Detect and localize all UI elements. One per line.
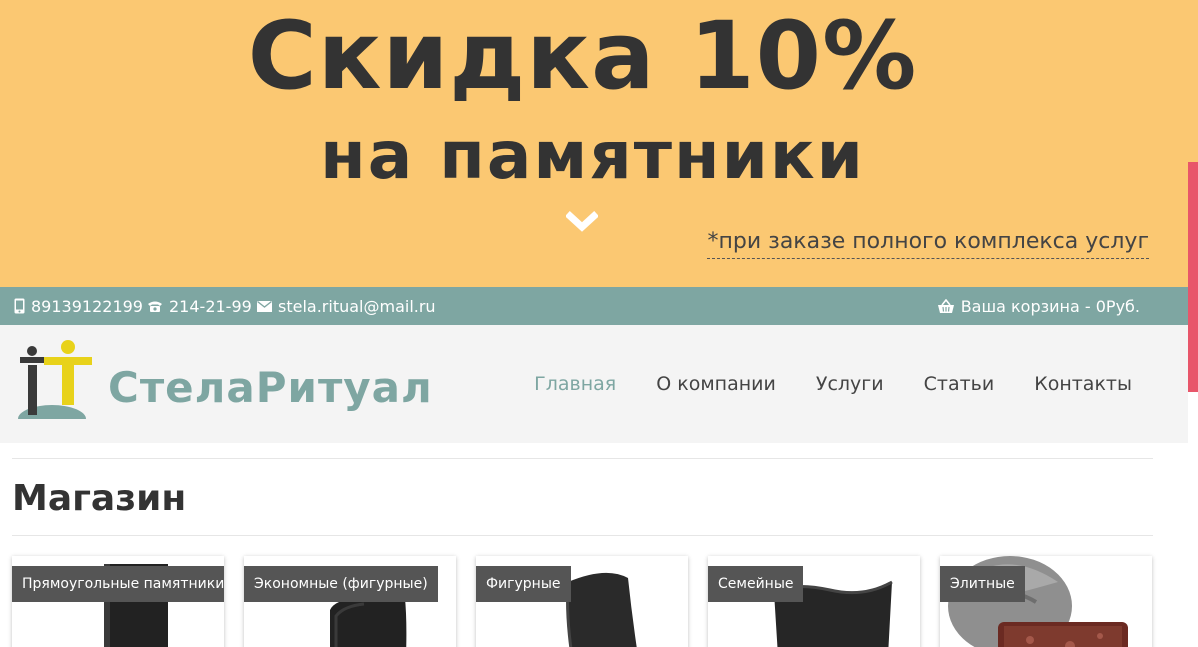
promo-title: Скидка 10% <box>247 2 918 111</box>
phone-number: 214-21-99 <box>169 296 252 316</box>
phone-icon <box>148 301 162 312</box>
nav-item-home[interactable]: Главная <box>534 371 616 397</box>
site-logo[interactable]: СтелаРитуал <box>16 339 432 431</box>
promo-note: *при заказе полного комплекса услуг <box>707 228 1149 259</box>
category-label: Семейные <box>708 566 804 602</box>
category-label: Прямоугольные памятники <box>12 566 224 602</box>
category-card-rectangular[interactable]: Прямоугольные памятники <box>12 556 224 647</box>
envelope-icon <box>257 300 272 312</box>
mobile-number: 89139122199 <box>31 296 143 316</box>
phone-contact[interactable]: 214-21-99 <box>147 287 252 325</box>
category-card-elite[interactable]: Элитные <box>940 556 1152 647</box>
main-nav: Главная О компании Услуги Статьи Контакт… <box>494 371 1132 397</box>
divider <box>12 458 1153 459</box>
nav-item-services[interactable]: Услуги <box>816 371 884 397</box>
divider <box>12 535 1153 536</box>
category-card-figured[interactable]: Фигурные <box>476 556 688 647</box>
side-feedback-tab[interactable] <box>1188 162 1198 392</box>
chevron-down-icon[interactable] <box>566 210 598 234</box>
email-contact[interactable]: stela.ritual@mail.ru <box>257 287 436 325</box>
page: Скидка 10% на памятники *при заказе полн… <box>0 0 1198 647</box>
mobile-phone-icon <box>14 298 25 314</box>
category-label: Элитные <box>940 566 1025 602</box>
nav-item-about[interactable]: О компании <box>656 371 776 397</box>
promo-banner[interactable]: Скидка 10% на памятники *при заказе полн… <box>0 0 1198 287</box>
category-card-family[interactable]: Семейные <box>708 556 920 647</box>
promo-subtitle: на памятники <box>320 117 865 194</box>
email-address: stela.ritual@mail.ru <box>278 296 436 316</box>
site-header: СтелаРитуал Главная О компании Услуги Ст… <box>0 325 1188 443</box>
logo-text: СтелаРитуал <box>108 363 433 412</box>
category-label: Фигурные <box>476 566 571 602</box>
mobile-contact[interactable]: 89139122199 <box>14 287 143 325</box>
cart-link[interactable]: Ваша корзина - 0Руб. <box>937 287 1140 325</box>
category-label: Экономные (фигурные) <box>244 566 438 602</box>
nav-item-contacts[interactable]: Контакты <box>1034 371 1132 397</box>
category-card-economy[interactable]: Экономные (фигурные) <box>244 556 456 647</box>
nav-item-articles[interactable]: Статьи <box>924 371 995 397</box>
page-title: Магазин <box>12 478 187 519</box>
basket-icon <box>937 298 954 313</box>
logo-mark-icon <box>16 340 92 431</box>
cart-summary: Ваша корзина - 0Руб. <box>960 296 1140 316</box>
contact-bar: 89139122199 214-21-99 stela.ritual@mail.… <box>0 287 1188 325</box>
